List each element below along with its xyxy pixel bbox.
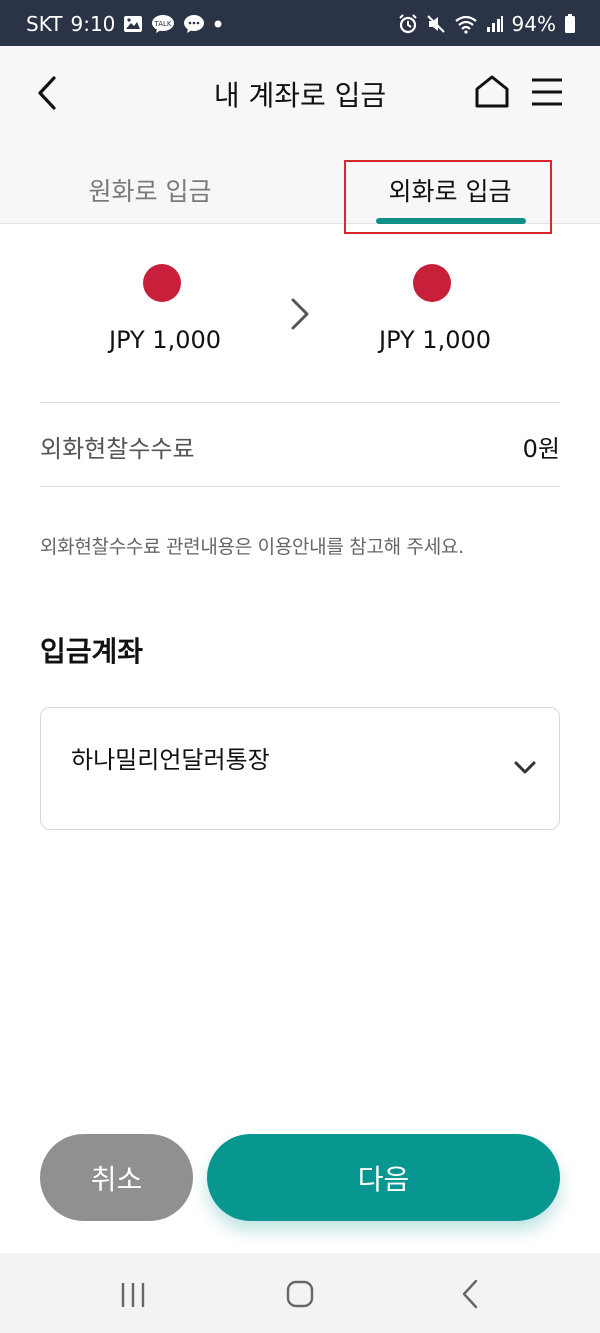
deposit-type-tabs: 원화로 입금 외화로 입금	[0, 140, 600, 234]
deposit-account-title: 입금계좌	[40, 635, 144, 668]
alarm-icon	[398, 14, 418, 34]
tab-foreign-currency-deposit[interactable]: 외화로 입금	[300, 140, 600, 234]
fee-label: 외화현찰수수료	[40, 435, 195, 463]
selected-account: 하나밀리언달러통장	[71, 746, 270, 774]
next-button[interactable]: 다음	[207, 1134, 560, 1221]
status-bar: SKT 9:10 TALK 94%	[0, 0, 600, 46]
talk-badge-text: TALK	[154, 20, 172, 28]
fee-value: 0원	[522, 435, 560, 463]
signal-icon	[486, 15, 504, 33]
highlight-box	[344, 160, 552, 234]
battery-icon	[564, 14, 576, 34]
clock-time: 9:10	[70, 12, 116, 36]
japan-flag-icon	[413, 264, 451, 302]
chevron-right-icon	[291, 298, 309, 330]
hamburger-menu-icon	[532, 78, 562, 106]
from-amount: JPY 1,000	[108, 326, 222, 354]
japan-flag-icon	[143, 264, 181, 302]
fee-row: 외화현찰수수료 0원	[40, 403, 560, 487]
home-nav-icon	[286, 1280, 314, 1308]
tab-krw-deposit[interactable]: 원화로 입금	[0, 140, 300, 224]
carrier-label: SKT	[26, 12, 63, 36]
notification-dot-icon	[213, 19, 223, 29]
home-nav-button[interactable]	[280, 1277, 320, 1313]
cancel-button[interactable]: 취소	[40, 1134, 193, 1221]
exchange-summary: JPY 1,000 JPY 1,000	[0, 224, 600, 402]
fee-notice: 외화현찰수수료 관련내용은 이용안내를 참고해 주세요.	[40, 536, 464, 558]
kakaotalk-icon: TALK	[151, 14, 175, 34]
gallery-icon	[123, 15, 143, 33]
battery-percent: 94%	[511, 12, 556, 36]
tab-label: 원화로 입금	[88, 177, 212, 206]
home-icon	[475, 75, 509, 108]
recent-apps-button[interactable]	[113, 1277, 153, 1313]
recent-apps-icon	[121, 1283, 145, 1307]
chevron-down-icon	[514, 761, 536, 774]
menu-button[interactable]	[528, 72, 568, 112]
wifi-icon	[454, 14, 478, 34]
message-icon	[183, 14, 205, 34]
deposit-account-select[interactable]: 하나밀리언달러통장	[40, 707, 560, 830]
mute-icon	[426, 14, 446, 34]
app-header: 내 계좌로 입금	[0, 46, 600, 140]
divider	[40, 486, 560, 487]
system-nav-bar	[0, 1253, 600, 1333]
home-button[interactable]	[472, 72, 512, 112]
back-nav-icon	[462, 1279, 478, 1309]
to-amount: JPY 1,000	[378, 326, 492, 354]
back-nav-button[interactable]	[450, 1277, 490, 1313]
